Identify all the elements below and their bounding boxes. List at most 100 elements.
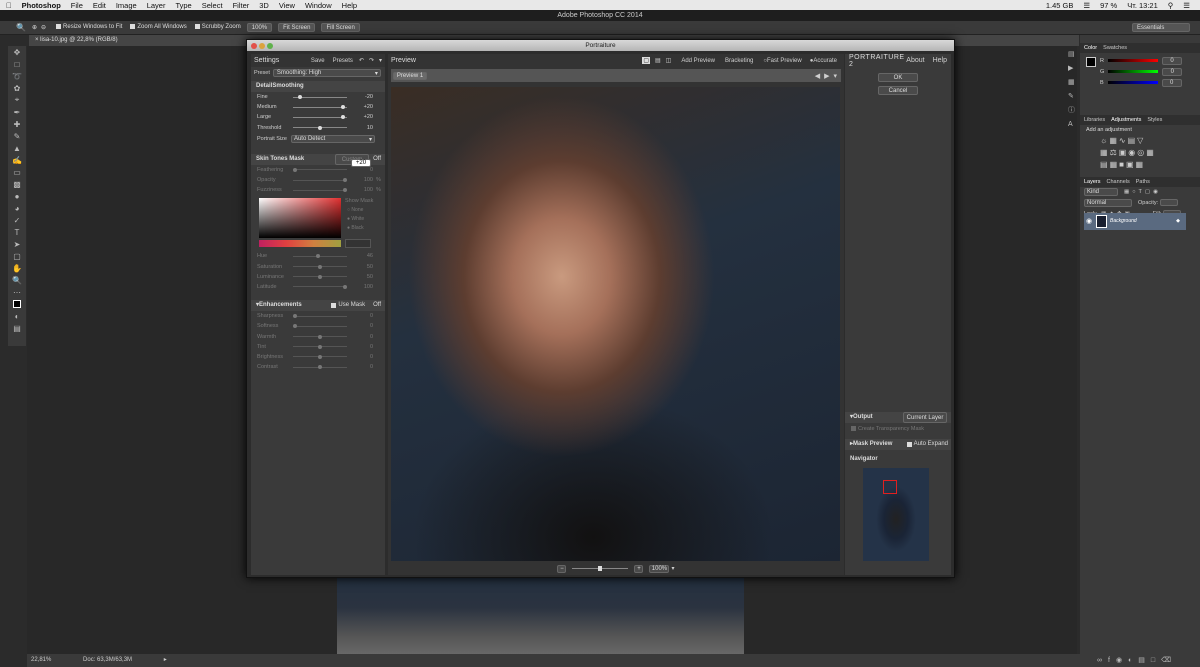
layer-row-background[interactable]: ◉ Background ◆	[1084, 213, 1186, 230]
screen-mode-icon[interactable]: ▤	[8, 322, 26, 334]
shape-tool-icon[interactable]: ▢	[8, 250, 26, 262]
more-tools-icon[interactable]: ⋯	[8, 286, 26, 298]
zoom-tool-icon[interactable]: 🔍	[16, 23, 26, 32]
bw-adj-icon[interactable]: ▣	[1119, 148, 1129, 157]
enhancement-slider-handle[interactable]	[318, 354, 322, 359]
apple-icon[interactable]: 	[6, 1, 12, 10]
skin-slider[interactable]	[293, 188, 347, 193]
zoom-readout[interactable]: 22,81%	[31, 657, 51, 663]
menu-layer[interactable]: Layer	[147, 1, 166, 10]
lasso-tool-icon[interactable]: ➰	[8, 70, 26, 82]
history-brush-tool-icon[interactable]: ✍	[8, 154, 26, 166]
enhancement-value[interactable]: 0	[351, 344, 373, 350]
crop-tool-icon[interactable]: ⌖	[8, 94, 26, 106]
fit-screen-button[interactable]: Fit Screen	[278, 23, 316, 32]
gradient-map-adj-icon[interactable]: ▣	[1126, 160, 1136, 169]
blend-mode-select[interactable]: Normal	[1084, 198, 1132, 207]
skin-hue-value[interactable]: 46	[351, 253, 373, 259]
quick-select-tool-icon[interactable]: ✿	[8, 82, 26, 94]
battery-status[interactable]: 97 %	[1100, 1, 1117, 10]
preview-image[interactable]	[391, 87, 840, 561]
detail-value[interactable]: -20	[351, 94, 373, 100]
posterize-adj-icon[interactable]: ▦	[1110, 160, 1120, 169]
output-select[interactable]: Current Layer	[903, 412, 947, 423]
fill-screen-button[interactable]: Fill Screen	[321, 23, 360, 32]
spotlight-icon[interactable]: ⚲	[1168, 1, 1174, 10]
enhancement-slider-handle[interactable]	[318, 344, 322, 349]
enhancement-slider[interactable]	[293, 324, 347, 329]
zoom-in-icon[interactable]: ⊕	[32, 24, 37, 31]
dodge-tool-icon[interactable]: ◕	[8, 202, 26, 214]
settings-menu-icon[interactable]: ▾	[379, 57, 382, 64]
single-view-icon[interactable]: ▢	[642, 57, 650, 64]
layer-name[interactable]: Background	[1110, 218, 1137, 224]
enhancement-slider[interactable]	[293, 344, 347, 349]
skin-value[interactable]: 0	[351, 167, 373, 173]
detail-value[interactable]: +20	[351, 104, 373, 110]
healing-tool-icon[interactable]: ✚	[8, 118, 26, 130]
detail-slider[interactable]	[293, 95, 347, 100]
enhancement-slider[interactable]	[293, 354, 347, 359]
mask-preview-header[interactable]: ▸ Mask Preview Auto Expand	[845, 439, 951, 450]
levels-adj-icon[interactable]: ▦	[1109, 136, 1119, 145]
enhancement-slider-handle[interactable]	[318, 334, 322, 339]
detail-value[interactable]: +20	[351, 114, 373, 120]
history-panel-icon[interactable]: ▤	[1068, 48, 1078, 62]
zoom-tool-icon[interactable]: 🔍	[8, 274, 26, 286]
next-preview-icon[interactable]: ▶	[824, 72, 829, 80]
skin-hue-value[interactable]: 100	[351, 284, 373, 290]
zoom-all-checkbox[interactable]	[130, 24, 136, 30]
skin-hue-slider[interactable]	[293, 264, 347, 269]
enhancement-value[interactable]: 0	[351, 354, 373, 360]
brightness-adj-icon[interactable]: ☼	[1100, 136, 1109, 145]
skin-slider-handle[interactable]	[343, 188, 347, 193]
about-button[interactable]: About	[906, 57, 924, 64]
enhancement-slider-handle[interactable]	[293, 314, 297, 319]
redo-icon[interactable]: ↷	[369, 57, 374, 64]
resize-windows-checkbox[interactable]	[56, 24, 62, 30]
skin-hue-slider-handle[interactable]	[318, 264, 322, 269]
skin-value[interactable]: 100	[351, 177, 373, 183]
detail-slider-handle[interactable]	[340, 105, 345, 110]
gradient-tool-icon[interactable]: ▩	[8, 178, 26, 190]
skin-hue-slider-handle[interactable]	[315, 254, 320, 259]
zoom-level-select[interactable]: 100%	[649, 564, 670, 573]
menu-file[interactable]: File	[71, 1, 83, 10]
enhancement-slider-handle[interactable]	[293, 324, 297, 329]
quick-mask-icon[interactable]: ◐	[8, 310, 26, 322]
menu-view[interactable]: View	[279, 1, 295, 10]
threshold-adj-icon[interactable]: ■	[1119, 160, 1126, 169]
invert-adj-icon[interactable]: ▤	[1100, 160, 1110, 169]
adjustment-layer-icon[interactable]: ◐	[1128, 657, 1138, 664]
tab-paths[interactable]: Paths	[1136, 179, 1150, 185]
help-button[interactable]: Help	[933, 57, 947, 64]
skin-hue-slider[interactable]	[293, 274, 347, 279]
cancel-button[interactable]: Cancel	[878, 86, 918, 95]
menu-app-name[interactable]: Photoshop	[22, 1, 61, 10]
hue-sat-adj-icon[interactable]: ▦	[1100, 148, 1110, 157]
menu-type[interactable]: Type	[175, 1, 191, 10]
auto-expand-checkbox[interactable]	[906, 442, 912, 447]
eyedropper-swatch[interactable]	[345, 239, 371, 249]
workspace-select[interactable]: Essentials	[1132, 23, 1190, 32]
hand-tool-icon[interactable]: ✋	[8, 262, 26, 274]
eyedropper-tool-icon[interactable]: ✒	[8, 106, 26, 118]
skin-off-toggle[interactable]: Off	[373, 154, 381, 165]
menu-select[interactable]: Select	[202, 1, 223, 10]
skin-hue-slider[interactable]	[293, 284, 347, 289]
use-mask-checkbox[interactable]	[331, 303, 337, 309]
create-mask-checkbox[interactable]	[851, 426, 856, 432]
rgb-value-r[interactable]: 0	[1161, 56, 1182, 65]
zoom-100-button[interactable]: 100%	[246, 23, 273, 32]
tab-color[interactable]: Color	[1084, 45, 1097, 51]
clock[interactable]: Чт. 13:21	[1127, 1, 1158, 10]
opacity-field[interactable]	[1160, 199, 1179, 206]
skin-hue-slider[interactable]	[293, 254, 347, 259]
curves-adj-icon[interactable]: ∿	[1119, 136, 1128, 145]
minimize-window-icon[interactable]	[259, 42, 265, 49]
tab-channels[interactable]: Channels	[1107, 179, 1130, 185]
enh-off-toggle[interactable]: Off	[373, 300, 381, 311]
visibility-eye-icon[interactable]: ◉	[1086, 213, 1092, 230]
blur-tool-icon[interactable]: ●	[8, 190, 26, 202]
enhancement-slider-handle[interactable]	[318, 365, 322, 370]
